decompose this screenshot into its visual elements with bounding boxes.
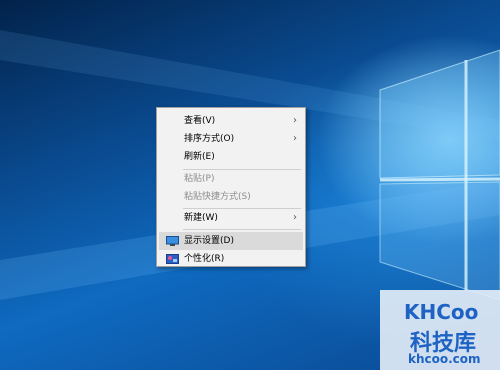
menu-item-sort-by[interactable]: 排序方式(O) ›	[159, 130, 303, 148]
desktop-context-menu: 查看(V) › 排序方式(O) › 刷新(E) 粘贴(P) 粘贴快捷方式(S) …	[156, 107, 306, 267]
menu-item-label: 查看(V)	[184, 116, 216, 126]
watermark-domain: khcoo.com	[408, 352, 481, 366]
menu-item-view[interactable]: 查看(V) ›	[159, 112, 303, 130]
menu-separator	[183, 229, 301, 230]
personalize-icon	[166, 254, 179, 264]
menu-item-label: 刷新(E)	[184, 152, 215, 162]
menu-item-new[interactable]: 新建(W) ›	[159, 209, 303, 227]
watermark-brand: KHCoo	[404, 300, 479, 324]
menu-item-label: 新建(W)	[184, 213, 218, 223]
menu-item-label: 显示设置(D)	[184, 236, 234, 246]
menu-item-paste-shortcut[interactable]: 粘贴快捷方式(S)	[159, 188, 303, 206]
chevron-right-icon: ›	[293, 133, 297, 144]
desktop-background[interactable]: 查看(V) › 排序方式(O) › 刷新(E) 粘贴(P) 粘贴快捷方式(S) …	[0, 0, 500, 370]
menu-item-label: 个性化(R)	[184, 254, 225, 264]
display-icon	[166, 236, 179, 246]
chevron-right-icon: ›	[293, 115, 297, 126]
menu-item-display-settings[interactable]: 显示设置(D)	[159, 232, 303, 250]
menu-item-paste[interactable]: 粘贴(P)	[159, 170, 303, 188]
menu-item-label: 粘贴(P)	[184, 174, 215, 184]
watermark-logo: KHCoo 科技库 khcoo.com	[380, 290, 500, 370]
menu-item-label: 排序方式(O)	[184, 134, 235, 144]
menu-item-label: 粘贴快捷方式(S)	[184, 192, 251, 202]
chevron-right-icon: ›	[293, 212, 297, 223]
menu-item-personalize[interactable]: 个性化(R)	[159, 250, 303, 268]
menu-item-refresh[interactable]: 刷新(E)	[159, 148, 303, 166]
